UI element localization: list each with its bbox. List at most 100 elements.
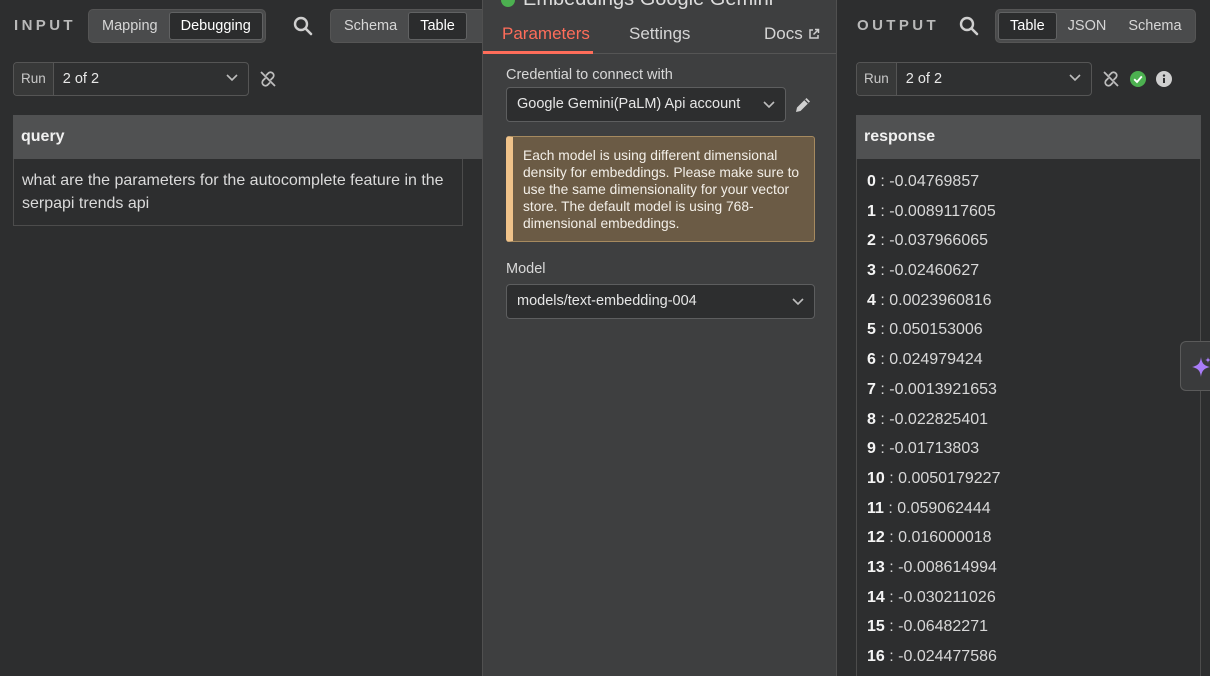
tab-parameters[interactable]: Parameters — [502, 24, 590, 44]
output-view-table[interactable]: Table — [998, 12, 1057, 40]
check-circle-icon — [1130, 71, 1146, 87]
docs-label: Docs — [764, 24, 803, 43]
response-row-index: 8 — [867, 410, 876, 428]
node-parameters-panel: Embeddings Google Gemini Parameters Sett… — [482, 0, 837, 676]
response-column-header: response — [856, 115, 1201, 159]
unlink-icon[interactable] — [259, 70, 277, 88]
response-row-index: 0 — [867, 173, 876, 190]
credential-value: Google Gemini(PaLM) Api account — [517, 96, 741, 112]
response-row-value: 0.0050179227 — [898, 469, 1001, 487]
response-row-separator: : — [884, 618, 899, 636]
tab-settings[interactable]: Settings — [629, 24, 690, 44]
response-values: 0 : -0.04769857 1 : -0.0089117605 2 : -0.0… — [856, 159, 1201, 676]
run-value: 2 of 2 — [62, 71, 100, 87]
chevron-down-icon — [226, 74, 238, 82]
input-panel: INPUT Mapping Debugging Schema Table Run… — [0, 0, 482, 676]
response-row-value: -0.008614994 — [898, 558, 997, 576]
response-row: 0 : -0.04769857 — [857, 167, 1200, 197]
input-view-table[interactable]: Table — [408, 12, 467, 40]
mode-debugging-option[interactable]: Debugging — [168, 12, 263, 40]
response-row-value: 0.050153006 — [889, 321, 983, 339]
response-row-value: -0.0089117605 — [889, 202, 996, 220]
model-label: Model — [506, 261, 546, 277]
credential-label: Credential to connect with — [506, 67, 673, 83]
response-row: 16 : -0.024477586 — [857, 642, 1200, 672]
response-row-index: 4 — [867, 291, 876, 309]
response-row-index: 16 — [867, 648, 885, 665]
response-row-index: 5 — [867, 321, 876, 339]
tab-docs[interactable]: Docs — [764, 24, 820, 44]
response-row-value: -0.01713803 — [889, 440, 980, 458]
response-table: response 0 : -0.04769857 1 : -0.008911760… — [856, 115, 1201, 676]
output-panel: OUTPUT Table JSON Schema Run 2 of 2 resp… — [838, 0, 1210, 676]
run-label: Run — [14, 63, 54, 95]
response-row-separator: : — [884, 648, 899, 665]
chevron-down-icon — [1069, 74, 1081, 82]
response-row: 1 : -0.0089117605 — [857, 197, 1200, 227]
response-row: 3 : -0.02460627 — [857, 256, 1200, 286]
response-row-separator: : — [884, 558, 899, 576]
pencil-icon[interactable] — [793, 95, 813, 115]
response-row-index: 6 — [867, 351, 876, 369]
response-row-separator: : — [875, 202, 890, 220]
response-row-index: 13 — [867, 558, 885, 576]
response-row: 8 : -0.022825401 — [857, 405, 1200, 435]
response-row-value: 0.0023960816 — [889, 291, 992, 309]
response-row: 5 : 0.050153006 — [857, 315, 1200, 345]
response-row-index: 15 — [867, 618, 885, 636]
response-row-value: -0.022825401 — [889, 410, 989, 428]
response-row-value: -0.037966065 — [889, 232, 989, 250]
response-row: 9 : -0.01713803 — [857, 434, 1200, 464]
output-view-schema[interactable]: Schema — [1117, 12, 1192, 40]
response-row-index: 10 — [867, 469, 885, 487]
response-row-value: 0.059062444 — [897, 499, 991, 517]
output-run-selector[interactable]: Run 2 of 2 — [856, 62, 1092, 96]
response-row: 15 : -0.06482271 — [857, 612, 1200, 642]
unlink-icon[interactable] — [1102, 70, 1120, 88]
info-icon[interactable] — [1156, 71, 1172, 87]
response-row-value: -0.030211026 — [898, 588, 996, 606]
search-icon[interactable] — [959, 16, 979, 36]
output-view-json[interactable]: JSON — [1057, 12, 1118, 40]
credential-select[interactable]: Google Gemini(PaLM) Api account — [506, 87, 786, 122]
response-row-separator: : — [883, 499, 898, 517]
node-title: Embeddings Google Gemini — [501, 0, 773, 11]
input-view-schema[interactable]: Schema — [333, 12, 408, 40]
response-row-value: -0.06482271 — [898, 618, 988, 636]
response-row-index: 14 — [867, 588, 885, 606]
response-row-value: -0.02460627 — [889, 262, 980, 280]
input-run-selector[interactable]: Run 2 of 2 — [13, 62, 249, 96]
response-row-value: -0.0013921653 — [889, 380, 997, 398]
run-label: Run — [857, 63, 897, 95]
response-row-value: -0.024477586 — [898, 648, 997, 665]
response-row-separator: : — [875, 410, 890, 428]
run-value: 2 of 2 — [905, 71, 943, 87]
response-row-index: 7 — [867, 380, 876, 398]
response-row: 14 : -0.030211026 — [857, 583, 1200, 613]
ai-assistant-button[interactable] — [1180, 341, 1210, 391]
external-link-icon — [808, 28, 819, 39]
response-row-separator: : — [875, 232, 890, 250]
search-icon[interactable] — [293, 16, 313, 36]
chevron-down-icon — [763, 101, 775, 109]
model-value: models/text-embedding-004 — [517, 293, 697, 309]
output-panel-title: OUTPUT — [857, 17, 940, 34]
response-row-index: 11 — [867, 499, 884, 517]
response-row: 10 : 0.0050179227 — [857, 464, 1200, 494]
response-row-value: 0.016000018 — [898, 529, 992, 547]
response-row: 7 : -0.0013921653 — [857, 375, 1200, 405]
response-row-separator: : — [875, 380, 890, 398]
response-row-value: 0.024979424 — [889, 351, 983, 369]
response-row-separator: : — [884, 529, 899, 547]
query-cell: what are the parameters for the autocomp… — [13, 159, 463, 226]
response-row-separator: : — [884, 588, 899, 606]
node-title-text: Embeddings Google Gemini — [523, 0, 773, 11]
model-select[interactable]: models/text-embedding-004 — [506, 284, 815, 319]
query-column-header: query — [13, 115, 482, 159]
response-row-separator: : — [875, 321, 890, 339]
mode-mapping-option[interactable]: Mapping — [91, 12, 169, 40]
response-row: 12 : 0.016000018 — [857, 523, 1200, 553]
response-row: 4 : 0.0023960816 — [857, 286, 1200, 316]
response-row-separator: : — [875, 440, 890, 458]
response-row-index: 3 — [867, 262, 876, 280]
